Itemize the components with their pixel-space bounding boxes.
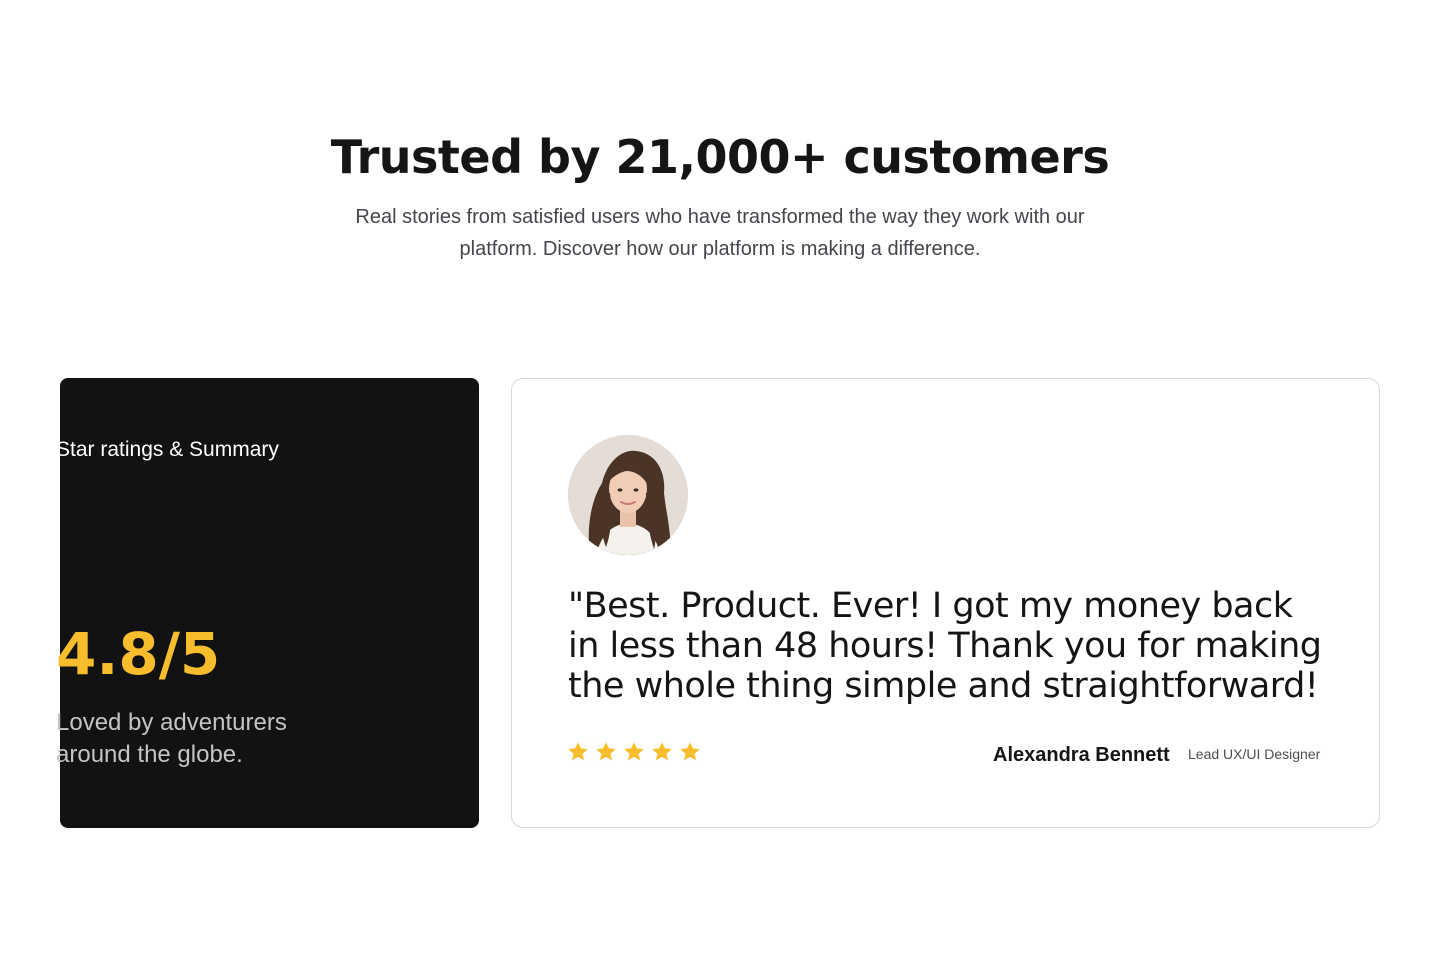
summary-caption: Loved by adventurers around the globe. [56, 709, 287, 768]
summary-heading: Star ratings & Summary [56, 438, 279, 461]
testimonial-quote: "Best. Product. Ever! I got my money bac… [568, 586, 1322, 706]
star-icon [652, 742, 672, 761]
page-subtitle: Real stories from satisfied users who ha… [355, 206, 1085, 260]
rating-score: 4.8/5 [56, 620, 221, 688]
star-icon [596, 742, 616, 761]
star-icon [568, 742, 588, 761]
star-icon [624, 742, 644, 761]
author-name: Alexandra Bennett [993, 744, 1170, 766]
avatar [568, 435, 688, 555]
star-icon [680, 742, 700, 761]
avatar-photo [568, 435, 688, 555]
page-title: Trusted by 21,000+ customers [330, 130, 1110, 184]
star-rating [566, 740, 702, 764]
author-role: Lead UX/UI Designer [1188, 746, 1321, 762]
